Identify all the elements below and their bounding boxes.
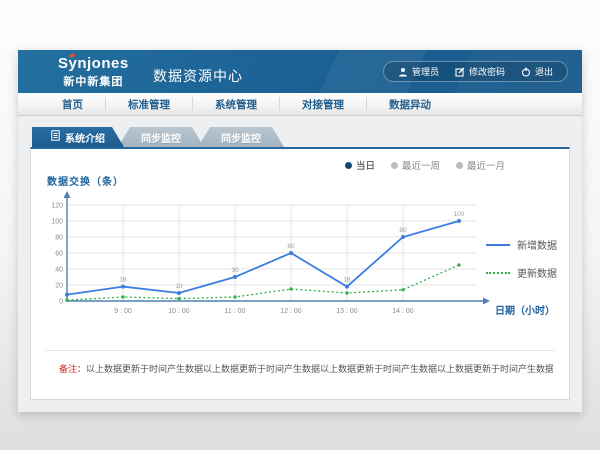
svg-text:60: 60 (55, 251, 63, 258)
user-toolbar: 管理员 修改密码 退出 (383, 61, 568, 82)
tab-system-intro[interactable]: 系统介绍 (32, 127, 124, 147)
app-header: Synjones 新中新集团 数据资源中心 管理员 修改密码 退出 (18, 50, 582, 93)
svg-text:20: 20 (55, 283, 63, 290)
content-area: 系统介绍 同步监控 同步监控 当日 最近一周 (18, 116, 582, 412)
brand-company: 新中新集团 (58, 73, 129, 89)
tab-label: 系统介绍 (65, 130, 105, 145)
edit-icon (455, 67, 465, 77)
footnote: 备注：以上数据更新于时间产生数据以上数据更新于时间产生数据以上数据更新于时间产生… (59, 362, 553, 375)
brand-logo: Synjones 新中新集团 (58, 55, 129, 89)
svg-text:40: 40 (55, 267, 63, 274)
svg-text:100: 100 (454, 211, 465, 218)
legend-label: 新增数据 (517, 237, 557, 252)
filter-label: 最近一月 (467, 158, 505, 172)
svg-text:60: 60 (287, 243, 295, 250)
nav-item-home[interactable]: 首页 (40, 93, 105, 115)
green-dotted-line-icon (486, 272, 510, 274)
tab-sync-monitor-1[interactable]: 同步监控 (118, 127, 204, 147)
legend-item-updated-data: 更新数据 (486, 265, 557, 280)
svg-text:30: 30 (231, 267, 239, 274)
filter-label: 当日 (356, 158, 375, 172)
svg-text:18: 18 (343, 277, 351, 284)
line-chart: 0 20 40 60 80 100 120 9 : 00 10 : 00 11 : 00 12 : … (39, 189, 559, 329)
tab-bar: 系统介绍 同步监控 同步监控 (32, 126, 582, 147)
radio-dot-icon (456, 162, 463, 169)
svg-text:10 : 00: 10 : 00 (168, 308, 190, 315)
filter-option-last-month[interactable]: 最近一月 (456, 158, 505, 172)
svg-text:80: 80 (55, 235, 63, 242)
page-title: 数据资源中心 (153, 66, 243, 86)
radio-dot-icon (345, 162, 352, 169)
svg-text:10: 10 (175, 283, 183, 290)
tab-sync-monitor-2[interactable]: 同步监控 (198, 127, 284, 147)
svg-text:13 : 00: 13 : 00 (336, 308, 358, 315)
change-password-button[interactable]: 修改密码 (455, 65, 505, 78)
svg-text:日期（小时）: 日期（小时） (495, 304, 555, 317)
footnote-prefix: 备注： (59, 364, 86, 374)
nav-item-standard-mgmt[interactable]: 标准管理 (106, 93, 192, 115)
brand-logo-text: Synjones (58, 55, 129, 72)
svg-text:14 : 00: 14 : 00 (392, 308, 414, 315)
svg-text:11 : 00: 11 : 00 (225, 308, 246, 315)
tab-label: 同步监控 (141, 130, 181, 145)
svg-text:80: 80 (399, 227, 407, 234)
time-range-filter: 当日 最近一周 最近一月 (345, 158, 505, 172)
filter-label: 最近一周 (402, 158, 440, 172)
app-window: Synjones 新中新集团 数据资源中心 管理员 修改密码 退出 (18, 50, 582, 412)
nav-item-system-mgmt[interactable]: 系统管理 (193, 93, 279, 115)
radio-dot-icon (391, 162, 398, 169)
svg-text:9 : 00: 9 : 00 (114, 308, 132, 315)
tab-label: 同步监控 (221, 130, 261, 145)
chart-panel: 当日 最近一周 最近一月 数据交换（条） 0 20 40 60 80 100 120 9 : … (30, 147, 570, 400)
logout-button[interactable]: 退出 (521, 65, 553, 78)
legend-label: 更新数据 (517, 265, 557, 280)
current-user-button[interactable]: 管理员 (398, 65, 439, 78)
svg-text:0: 0 (59, 299, 63, 306)
panel-divider (45, 350, 555, 351)
legend-item-new-data: 新增数据 (486, 237, 557, 252)
nav-item-data-change[interactable]: 数据异动 (367, 93, 453, 115)
blue-line-icon (486, 244, 510, 246)
power-icon (521, 67, 531, 77)
svg-text:18: 18 (119, 277, 127, 284)
footnote-text: 以上数据更新于时间产生数据以上数据更新于时间产生数据以上数据更新于时间产生数据以… (86, 364, 553, 374)
filter-option-last-week[interactable]: 最近一周 (391, 158, 440, 172)
document-icon (51, 130, 60, 144)
chart-y-axis-title: 数据交换（条） (47, 173, 124, 188)
logout-label: 退出 (535, 65, 553, 78)
nav-item-interface-mgmt[interactable]: 对接管理 (280, 93, 366, 115)
svg-text:12 : 00: 12 : 00 (280, 308, 302, 315)
change-password-label: 修改密码 (469, 65, 505, 78)
user-label: 管理员 (412, 65, 439, 78)
chart-legend: 新增数据 更新数据 (486, 237, 557, 280)
svg-text:120: 120 (51, 203, 63, 210)
svg-text:100: 100 (51, 219, 63, 226)
main-nav: 首页 标准管理 系统管理 对接管理 数据异动 (18, 93, 582, 116)
filter-option-today[interactable]: 当日 (345, 158, 375, 172)
user-icon (398, 67, 408, 77)
